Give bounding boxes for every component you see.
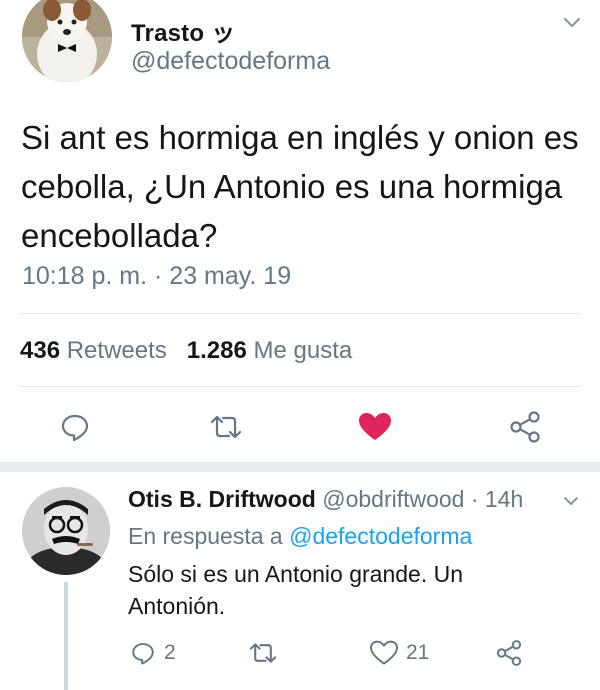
reply-share-button[interactable] <box>495 638 531 668</box>
reply-count: 2 <box>164 641 176 664</box>
reply-author-handle[interactable]: @obdriftwood <box>322 486 464 512</box>
author-handle[interactable]: @defectodeforma <box>131 47 330 76</box>
replying-to: En respuesta a @defectodeforma <box>128 523 472 550</box>
author-avatar[interactable] <box>22 0 112 82</box>
heart-icon <box>359 413 391 440</box>
likes-label: Me gusta <box>253 337 353 364</box>
reply-time[interactable]: · 14h <box>471 486 523 512</box>
divider <box>20 313 580 314</box>
replying-to-mention[interactable]: @defectodeforma <box>289 523 472 549</box>
reply-header: Otis B. Driftwood @obdriftwood · 14h <box>128 486 523 513</box>
reply-retweet-button[interactable] <box>248 638 286 668</box>
reply-icon <box>61 414 89 442</box>
reply-tweet[interactable]: Otis B. Driftwood @obdriftwood · 14h En … <box>0 472 600 690</box>
retweet-button[interactable] <box>206 407 246 447</box>
reply-button[interactable] <box>55 407 95 447</box>
author-name[interactable]: Trasto ッ <box>131 13 235 48</box>
chevron-down-icon[interactable] <box>560 492 582 510</box>
thread-line <box>64 582 68 690</box>
reply-like-button[interactable]: 21 <box>370 638 429 668</box>
retweets-count: 436 <box>20 337 61 364</box>
tweet-text: Si ant es hormiga en inglés y onion es c… <box>21 119 579 254</box>
replying-to-label: En respuesta a <box>128 523 283 549</box>
divider <box>20 386 580 387</box>
reply-reply-button[interactable]: 2 <box>130 638 176 668</box>
share-button[interactable] <box>505 407 545 447</box>
tweet-stats: 436 Retweets 1.286 Me gusta <box>20 337 352 365</box>
heart-icon <box>370 640 398 665</box>
reply-author-name[interactable]: Otis B. Driftwood <box>128 486 316 512</box>
retweet-icon <box>210 415 242 439</box>
reply-text: Sólo si es un Antonio grande. Un Antonió… <box>128 561 464 619</box>
tweet-timestamp[interactable]: 10:18 p. m. · 23 may. 19 <box>22 262 291 291</box>
retweets-label: Retweets <box>66 337 167 364</box>
retweets-stat[interactable]: 436 Retweets <box>20 337 167 364</box>
like-count: 21 <box>406 641 430 664</box>
section-separator <box>0 462 600 472</box>
reply-icon <box>132 643 154 665</box>
likes-stat[interactable]: 1.286 Me gusta <box>187 337 352 364</box>
reply-author-avatar[interactable] <box>22 487 110 575</box>
likes-count: 1.286 <box>186 337 247 364</box>
like-button[interactable] <box>355 407 395 447</box>
share-icon <box>496 640 522 666</box>
main-tweet: Trasto ッ @defectodeforma Si ant es hormi… <box>0 0 600 462</box>
share-icon <box>510 411 540 443</box>
chevron-down-icon[interactable] <box>560 12 584 32</box>
retweet-icon <box>249 643 277 663</box>
